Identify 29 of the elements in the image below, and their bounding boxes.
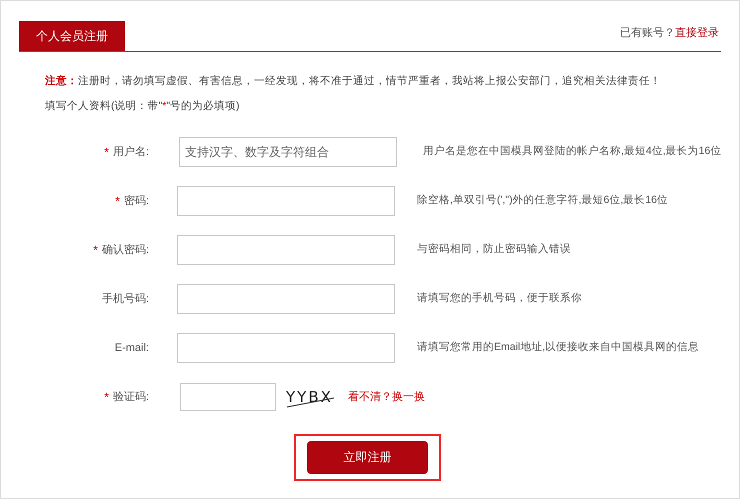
required-mark: * (104, 144, 109, 161)
captcha-image: YYBX (286, 387, 336, 408)
refresh-captcha-link[interactable]: 看不清？换一换 (348, 388, 425, 406)
field-hint: 用户名是您在中国模具网登陆的帐户名称,最短4位,最长为16位 (423, 144, 722, 160)
field-hint: 请填写您的手机号码，便于联系你 (417, 291, 582, 306)
field-label: 用户名: (112, 144, 149, 160)
text-field[interactable]: 支持汉字、数字及字符组合 (179, 137, 397, 167)
field-label: 确认密码: (102, 242, 149, 258)
notice-text: 注意：注册时，请勿填写虚假、有害信息，一经发现，将不准于通过，情节严重者，我站将上报公安部门，追究相关法律责任！ (45, 74, 662, 89)
instructions-text: 填写个人资料(说明：带"*"号的为必填项) (45, 98, 241, 114)
login-link[interactable]: 直接登录 (675, 24, 719, 41)
required-mark: * (93, 242, 98, 259)
field-label: 验证码: (112, 390, 149, 405)
field-label: 手机号码: (102, 292, 149, 307)
required-mark: * (115, 193, 120, 210)
field-hint: 与密码相同，防止密码输入错误 (417, 242, 571, 258)
field-label: E-mail: (114, 340, 149, 356)
register-button[interactable]: 立即注册 (307, 440, 428, 474)
required-mark: * (104, 389, 109, 406)
text-field[interactable] (177, 333, 395, 363)
text-field[interactable] (177, 186, 395, 216)
captcha-field[interactable] (180, 383, 276, 411)
field-hint: 除空格,单双引号(',")外的任意字符,最短6位,最长16位 (417, 193, 668, 208)
text-field[interactable] (177, 284, 395, 314)
text-field[interactable] (177, 235, 395, 265)
login-prompt: 已有账号？ (620, 26, 675, 40)
field-label: 密码: (124, 194, 149, 209)
field-hint: 请填写您常用的Email地址,以便接收来自中国模具网的信息 (417, 340, 700, 356)
registration-tab[interactable]: 个人会员注册 (19, 21, 125, 51)
